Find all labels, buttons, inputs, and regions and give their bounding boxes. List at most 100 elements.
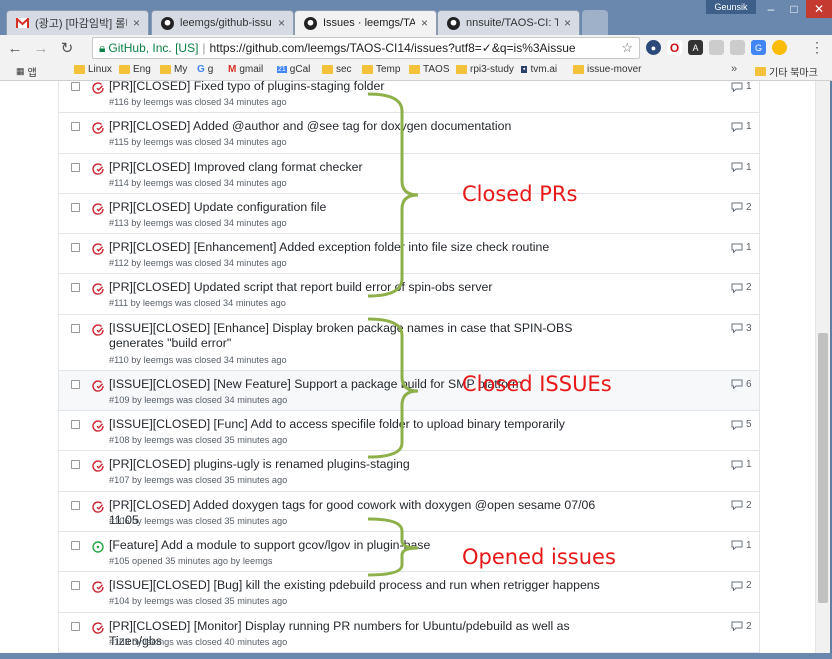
opera-icon[interactable]: O <box>667 40 682 55</box>
extension-shield-icon[interactable]: ● <box>646 40 661 55</box>
issue-checkbox[interactable] <box>71 621 80 631</box>
comment-icon <box>731 122 743 132</box>
browser-toolbar: ← → ↻ 🔒︎ GitHub, Inc. [US] | https://git… <box>0 35 832 61</box>
comment-count[interactable]: 2 <box>731 500 752 511</box>
bookmark-apps[interactable]: ▦ 앱 <box>16 64 37 79</box>
issue-title-link[interactable]: [PR][CLOSED] plugins-ugly is renamed plu… <box>109 457 609 472</box>
close-icon[interactable]: × <box>278 16 285 30</box>
issue-title-link[interactable]: [ISSUE][CLOSED] [Enhance] Display broken… <box>109 321 609 351</box>
tab-gmail[interactable]: (광고) [마감임박] 롤더블 × <box>6 10 149 35</box>
address-bar[interactable]: 🔒︎ GitHub, Inc. [US] | https://github.co… <box>92 37 640 59</box>
bookmark-gcal[interactable]: 21 gCal <box>277 64 310 75</box>
issue-checkbox[interactable] <box>71 243 80 253</box>
menu-dots-icon[interactable]: ⋮ <box>810 39 824 56</box>
tab-label: nnsuite/TAOS-CI: TAOS <box>466 17 558 29</box>
bookmark-star-icon[interactable]: ☆ <box>621 40 633 56</box>
tab-github-issues-importer[interactable]: leemgs/github-issues-im × <box>151 10 294 35</box>
bookmark-eng[interactable]: Eng <box>119 64 151 75</box>
bookmark-temp[interactable]: Temp <box>362 64 400 75</box>
bookmark-g[interactable]: Gg <box>197 64 213 75</box>
bookmark-sec[interactable]: sec <box>322 64 352 75</box>
bookmark-taos[interactable]: TAOS <box>409 64 449 75</box>
tab-nnsuite[interactable]: nnsuite/TAOS-CI: TAOS × <box>437 10 580 35</box>
chrome-icon[interactable] <box>772 40 787 55</box>
issue-checkbox[interactable] <box>71 202 80 212</box>
comment-count[interactable]: 3 <box>731 323 752 334</box>
bookmark-issue-mover[interactable]: issue-mover <box>573 64 641 75</box>
bookmark-rpi3-study[interactable]: rpi3-study <box>456 64 514 75</box>
issue-meta: #107 by leemgs was closed 35 minutes ago <box>109 475 288 486</box>
extension-gray-icon[interactable] <box>709 40 724 55</box>
close-icon[interactable]: × <box>421 16 428 30</box>
issue-checkbox[interactable] <box>71 379 80 389</box>
issue-checkbox[interactable] <box>71 420 80 430</box>
comment-count[interactable]: 1 <box>731 121 752 132</box>
issue-checkbox[interactable] <box>71 540 80 550</box>
bookmark-gmail[interactable]: Mgmail <box>228 64 263 75</box>
issue-closed-icon <box>92 82 104 94</box>
chevron-right-icon[interactable]: » <box>731 63 737 75</box>
comment-count-value: 5 <box>746 419 752 431</box>
bookmark-my[interactable]: My <box>160 64 187 75</box>
comment-count[interactable]: 1 <box>731 81 752 92</box>
comment-icon <box>731 420 743 430</box>
issue-title-link[interactable]: [PR][CLOSED] Fixed typo of plugins-stagi… <box>109 81 609 94</box>
opened-issues-brace <box>368 517 419 577</box>
folder-icon <box>573 65 584 74</box>
comment-count[interactable]: 2 <box>731 580 752 591</box>
bookmark-tvm[interactable]: ▪ tvm.ai <box>521 64 557 75</box>
issue-checkbox[interactable] <box>71 162 80 172</box>
minimize-icon[interactable]: – <box>760 0 782 18</box>
comment-count[interactable]: 1 <box>731 540 752 551</box>
issue-checkbox[interactable] <box>71 283 80 293</box>
tab-label: leemgs/github-issues-im <box>180 17 272 29</box>
bookmark-linux[interactable]: Linux <box>74 64 112 75</box>
issue-checkbox[interactable] <box>71 122 80 132</box>
new-tab-button[interactable] <box>582 10 608 35</box>
tab-issues-active[interactable]: Issues · leemgs/TAOS-CI × <box>294 10 437 35</box>
forward-arrow-icon[interactable]: → <box>30 37 52 59</box>
comment-count[interactable]: 6 <box>731 379 752 390</box>
closed-issues-brace <box>368 317 419 459</box>
gmail-icon: M <box>228 64 237 75</box>
comment-icon <box>731 243 743 253</box>
comment-count[interactable]: 1 <box>731 162 752 173</box>
issue-title-link[interactable]: [PR][CLOSED] Improved clang format check… <box>109 160 609 175</box>
maximize-icon[interactable]: □ <box>783 0 805 18</box>
bookmark-other[interactable]: 기타 북마크 <box>755 64 818 79</box>
scrollbar[interactable] <box>815 81 830 653</box>
close-icon[interactable]: × <box>133 16 140 30</box>
extension-cast-icon[interactable] <box>730 40 745 55</box>
translate-icon[interactable]: G <box>751 40 766 55</box>
comment-count[interactable]: 1 <box>731 242 752 253</box>
comment-count[interactable]: 2 <box>731 621 752 632</box>
window-close-icon[interactable]: ✕ <box>806 0 832 18</box>
issue-checkbox[interactable] <box>71 581 80 591</box>
issue-title-link[interactable]: [PR][CLOSED] Updated script that report … <box>109 280 609 295</box>
comment-count[interactable]: 1 <box>731 459 752 470</box>
folder-icon <box>119 65 130 74</box>
issue-checkbox[interactable] <box>71 323 80 333</box>
issue-title-link[interactable]: [ISSUE][CLOSED] [Bug] kill the existing … <box>109 578 609 593</box>
site-identity[interactable]: GitHub, Inc. [US] <box>108 41 198 55</box>
scrollbar-thumb[interactable] <box>818 333 828 603</box>
issue-checkbox[interactable] <box>71 460 80 470</box>
comment-icon <box>731 500 743 511</box>
comment-count-value: 1 <box>746 81 752 92</box>
comment-count-value: 2 <box>746 620 752 632</box>
url-text[interactable]: https://github.com/leemgs/TAOS-CI14/issu… <box>210 41 576 55</box>
issue-title-link[interactable]: [PR][CLOSED] [Enhancement] Added excepti… <box>109 240 609 255</box>
comment-count[interactable]: 5 <box>731 419 752 430</box>
issue-closed-icon <box>92 122 104 135</box>
comment-count[interactable]: 2 <box>731 282 752 293</box>
reload-icon[interactable]: ↻ <box>56 37 78 59</box>
extension-a-icon[interactable]: A <box>688 40 703 55</box>
back-arrow-icon[interactable]: ← <box>4 37 26 59</box>
profile-name[interactable]: Geunsik <box>706 0 756 14</box>
comment-count[interactable]: 2 <box>731 202 752 213</box>
issue-title-link[interactable]: [ISSUE][CLOSED] [Func] Add to access spe… <box>109 417 609 432</box>
issue-title-link[interactable]: [PR][CLOSED] Added @author and @see tag … <box>109 119 609 134</box>
issue-checkbox[interactable] <box>71 500 80 510</box>
issue-checkbox[interactable] <box>71 82 80 91</box>
close-icon[interactable]: × <box>564 16 571 30</box>
